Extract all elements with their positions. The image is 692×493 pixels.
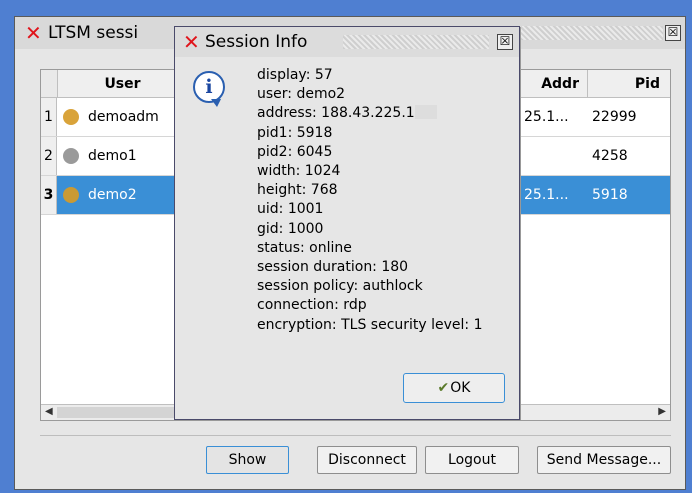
row-number: 1 [41, 98, 57, 136]
ok-button-label: OK [450, 380, 471, 396]
info-address-text: address: 188.43.225.1 [257, 105, 415, 122]
row-number: 2 [41, 137, 57, 175]
session-info-list: display: 57 user: demo2 address: 188.43.… [257, 66, 483, 335]
info-connection: connection: rdp [257, 297, 367, 314]
x-logo-icon: ✕ [183, 30, 200, 54]
info-status: status: online [257, 239, 352, 256]
scroll-left-icon[interactable]: ◀ [45, 406, 53, 417]
row-user: demoadm [88, 109, 159, 125]
column-header-pid[interactable]: Pid [587, 70, 670, 98]
row-addr: 25.1... [524, 109, 569, 125]
session-info-dialog: ✕ Session Info ☒ i display: 57 user: dem… [174, 26, 520, 420]
row-user: demo2 [88, 187, 137, 203]
row-addr [524, 137, 584, 175]
divider [40, 435, 671, 436]
info-gid: gid: 1000 [257, 220, 324, 237]
info-width: width: 1024 [257, 163, 341, 180]
main-close-button[interactable]: ☒ [665, 25, 681, 41]
row-user: demo1 [88, 148, 137, 164]
info-address: address: 188.43.225.1 [257, 104, 483, 123]
dialog-titlebar[interactable]: ✕ Session Info ☒ [175, 27, 519, 57]
column-header-pid-label: Pid [634, 76, 660, 92]
titlebar-hatch [521, 26, 663, 40]
column-header-user-label: User [104, 76, 141, 92]
info-user: user: demo2 [257, 86, 346, 103]
main-window-title: LTSM sessi [48, 23, 139, 43]
info-encryption: encryption: TLS security level: 1 [257, 316, 483, 333]
show-button[interactable]: Show [206, 446, 289, 474]
x-logo-icon: ✕ [25, 21, 42, 45]
dialog-title: Session Info [205, 32, 308, 52]
row-addr: 25.1... [524, 187, 569, 203]
send-message-button[interactable]: Send Message... [537, 446, 671, 474]
column-header-addr[interactable]: Addr [517, 70, 587, 98]
info-pid2: pid2: 6045 [257, 143, 333, 160]
scroll-right-icon[interactable]: ▶ [658, 406, 666, 417]
corner-header [41, 70, 57, 98]
column-header-addr-label: Addr [541, 76, 579, 92]
column-header-user[interactable]: User [57, 70, 187, 98]
info-height: height: 768 [257, 182, 338, 199]
row-pid: 5918 [592, 187, 628, 203]
row-pid: 4258 [592, 148, 628, 164]
monkey-icon [63, 187, 79, 203]
titlebar-hatch [343, 35, 489, 49]
monkey-icon [63, 148, 79, 164]
info-display: display: 57 [257, 67, 333, 83]
info-duration: session duration: 180 [257, 259, 409, 276]
info-pid1: pid1: 5918 [257, 124, 333, 141]
info-uid: uid: 1001 [257, 201, 324, 218]
monkey-icon [63, 109, 79, 125]
disconnect-button[interactable]: Disconnect [317, 446, 417, 474]
dialog-close-button[interactable]: ☒ [497, 34, 513, 50]
logout-button[interactable]: Logout [425, 446, 519, 474]
checkmark-icon: ✔ [437, 380, 450, 396]
redacted-block [414, 105, 437, 120]
info-policy: session policy: authlock [257, 278, 423, 295]
information-icon-tail [211, 99, 221, 107]
ok-button[interactable]: ✔OK [403, 373, 505, 403]
row-number: 3 [41, 176, 57, 214]
row-pid: 22999 [592, 109, 637, 125]
